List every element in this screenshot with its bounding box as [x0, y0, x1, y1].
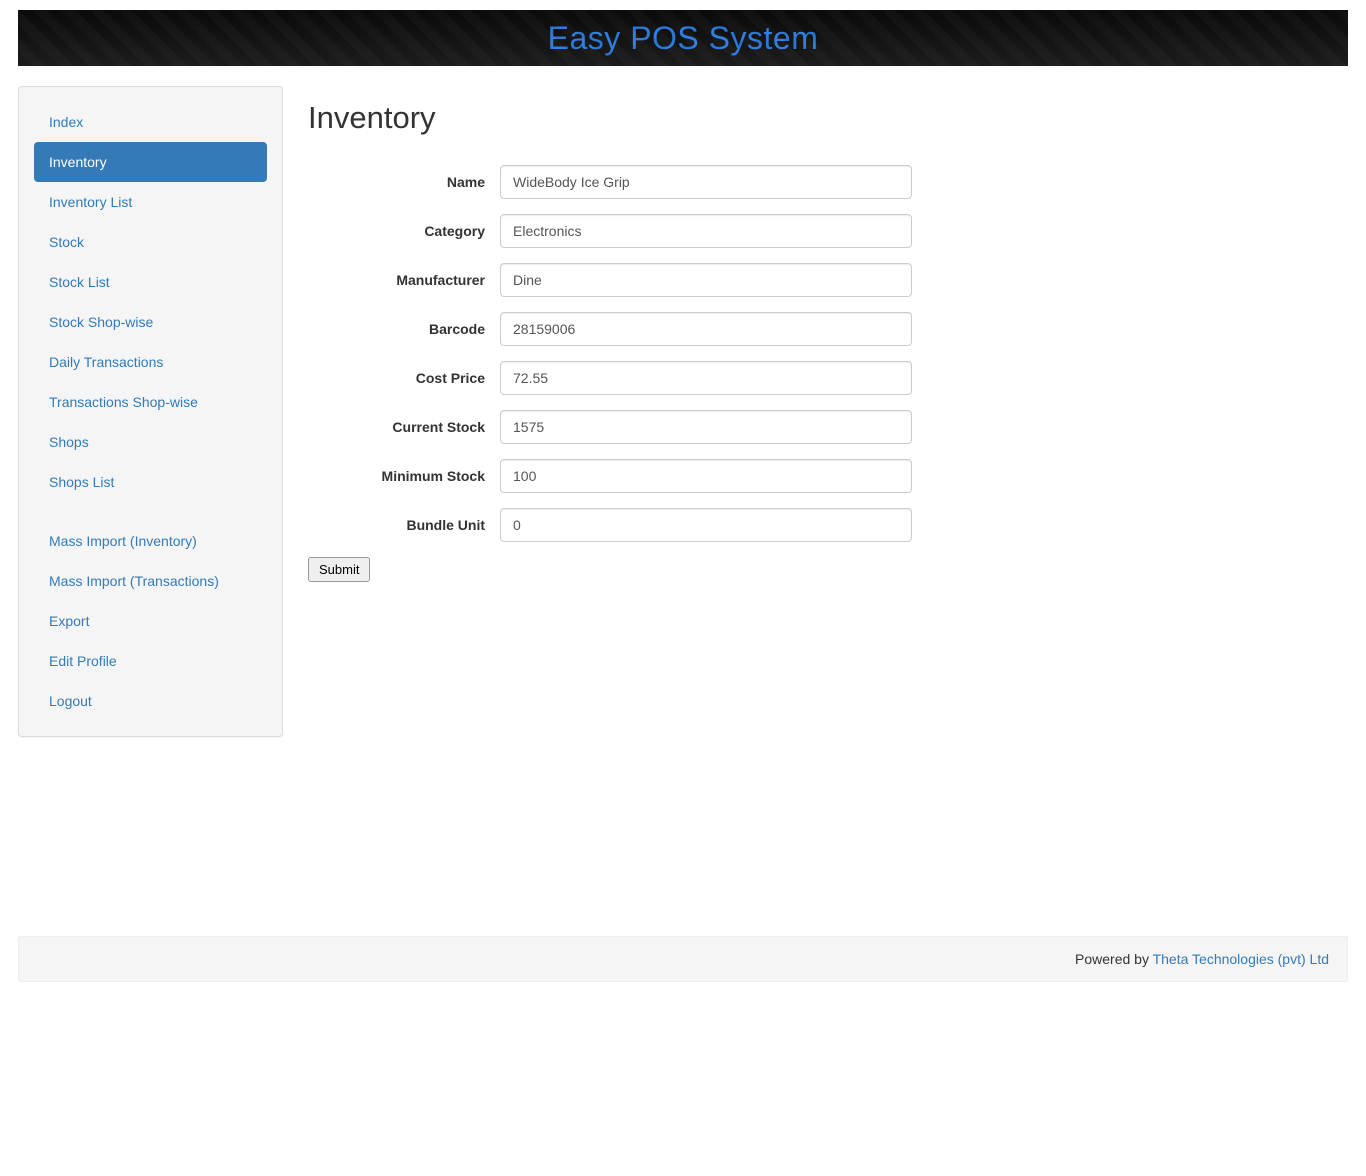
sidebar-item-shops-list[interactable]: Shops List	[34, 462, 267, 502]
app-title: Easy POS System	[548, 20, 819, 56]
app-header: Easy POS System	[18, 10, 1348, 66]
name-field[interactable]	[500, 165, 912, 199]
inventory-form: Name Category Manufacturer Barcode Cost …	[308, 165, 1348, 582]
page-title: Inventory	[308, 96, 1348, 140]
footer-company-link[interactable]: Theta Technologies (pvt) Ltd	[1153, 951, 1329, 967]
minimum-stock-field[interactable]	[500, 459, 912, 493]
sidebar-item-edit-profile[interactable]: Edit Profile	[34, 641, 267, 681]
sidebar-item-logout[interactable]: Logout	[34, 681, 267, 721]
label-barcode: Barcode	[308, 319, 500, 339]
sidebar-item-transactions-shop-wise[interactable]: Transactions Shop-wise	[34, 382, 267, 422]
manufacturer-field[interactable]	[500, 263, 912, 297]
cost-price-field[interactable]	[500, 361, 912, 395]
label-cost-price: Cost Price	[308, 368, 500, 388]
sidebar-item-mass-import-inventory[interactable]: Mass Import (Inventory)	[34, 521, 267, 561]
submit-button[interactable]: Submit	[308, 557, 370, 582]
sidebar-item-inventory[interactable]: Inventory	[34, 142, 267, 182]
sidebar-item-index[interactable]: Index	[34, 102, 267, 142]
main-content: Inventory Name Category Manufacturer Bar…	[283, 86, 1348, 582]
sidebar-item-stock-list[interactable]: Stock List	[34, 262, 267, 302]
sidebar-item-stock[interactable]: Stock	[34, 222, 267, 262]
sidebar-item-mass-import-transactions[interactable]: Mass Import (Transactions)	[34, 561, 267, 601]
current-stock-field[interactable]	[500, 410, 912, 444]
label-minimum-stock: Minimum Stock	[308, 466, 500, 486]
sidebar-item-inventory-list[interactable]: Inventory List	[34, 182, 267, 222]
sidebar: Index Inventory Inventory List Stock Sto…	[18, 86, 283, 737]
sidebar-item-stock-shop-wise[interactable]: Stock Shop-wise	[34, 302, 267, 342]
category-field[interactable]	[500, 214, 912, 248]
sidebar-item-export[interactable]: Export	[34, 601, 267, 641]
label-manufacturer: Manufacturer	[308, 270, 500, 290]
sidebar-item-daily-transactions[interactable]: Daily Transactions	[34, 342, 267, 382]
label-current-stock: Current Stock	[308, 417, 500, 437]
footer: Powered by Theta Technologies (pvt) Ltd	[18, 936, 1348, 982]
label-name: Name	[308, 172, 500, 192]
barcode-field[interactable]	[500, 312, 912, 346]
label-category: Category	[308, 221, 500, 241]
bundle-unit-field[interactable]	[500, 508, 912, 542]
footer-powered-by: Powered by	[1075, 951, 1153, 967]
label-bundle-unit: Bundle Unit	[308, 515, 500, 535]
sidebar-item-shops[interactable]: Shops	[34, 422, 267, 462]
sidebar-divider	[34, 511, 267, 512]
